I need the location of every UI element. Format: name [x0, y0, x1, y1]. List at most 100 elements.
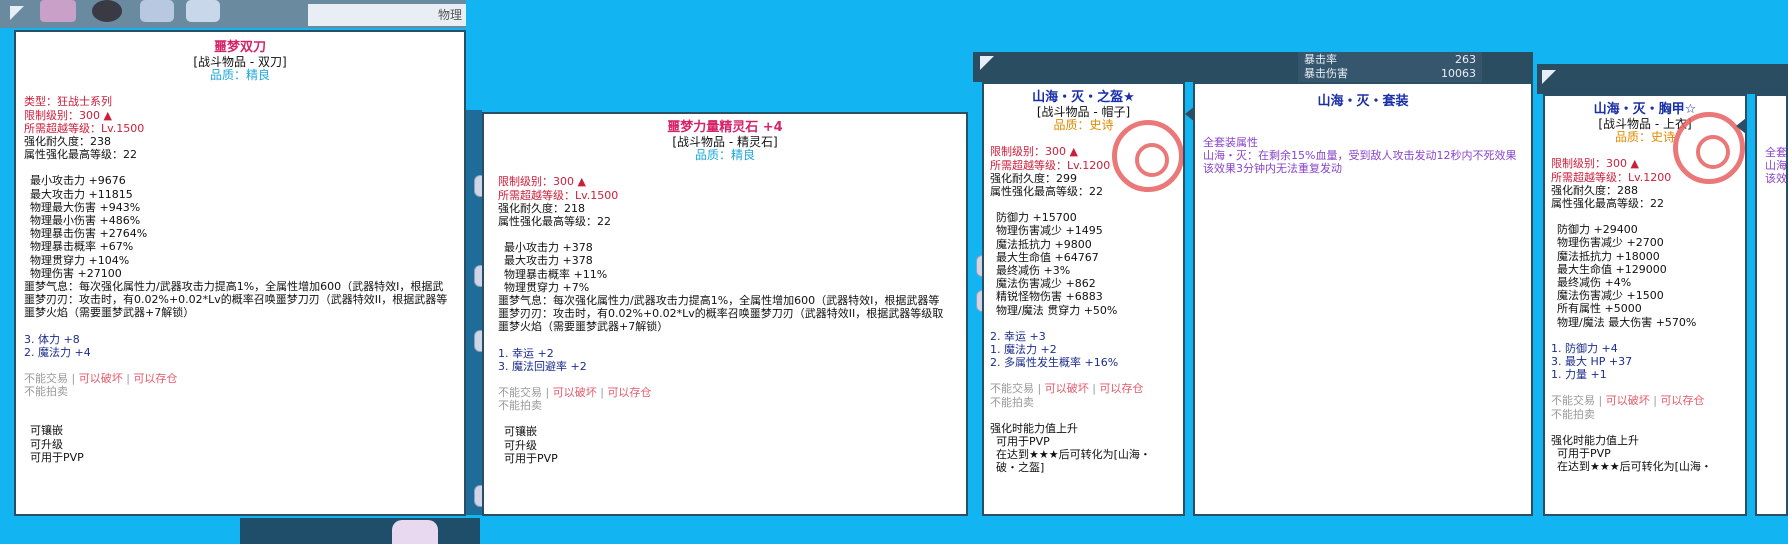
epic-seal-icon: [1112, 120, 1183, 192]
ability-line: 可升级: [504, 438, 537, 452]
req-exceed: 所需超越等级：Lv.1500: [24, 121, 145, 135]
no-auction-label: 不能拍卖: [990, 395, 1034, 409]
character-portrait: [392, 520, 438, 544]
separator: |: [600, 386, 604, 400]
req-level: 限制级别：300 ▲: [24, 108, 112, 122]
storable-label: 可以存仓: [133, 372, 178, 386]
top-strip-label: 物理: [437, 8, 462, 22]
special-effect: 噩梦气息：每次强化属性力/武器攻击力提高1%，全属性增加600（武器特效I，根据…: [24, 280, 444, 294]
set-effect: 该效果3分钟内无法重复发动: [1203, 162, 1342, 176]
game-panel-right: [1537, 64, 1788, 94]
item-tooltip-chest: 山海・灭・胸甲☆ [战斗物品 - 上衣] 品质：史诗 限制级别：300 ▲ 所需…: [1543, 94, 1747, 516]
durability: 强化耐久度：218: [498, 201, 585, 215]
req-exceed: 所需超越等级：Lv.1500: [498, 188, 619, 202]
stat-line: 魔法伤害减少 +1500: [1557, 289, 1664, 303]
top-strip: 物理: [308, 4, 466, 26]
game-icon-slot[interactable]: [140, 0, 174, 22]
stat-line: 物理贯穿力 +104%: [30, 253, 130, 267]
stat-line: 最小攻击力 +9676: [30, 174, 126, 188]
separator: |: [1092, 382, 1096, 396]
set-effect: 山海・灭：在剩余15%血量，受到敌人攻击发动12秒内不死效果: [1203, 149, 1517, 163]
set-bonus-panel-partial: 全套 山海 该效: [1755, 94, 1788, 516]
bonus-stat: 2. 多属性发生概率 +16%: [990, 356, 1119, 370]
durability: 强化耐久度：288: [1551, 183, 1638, 197]
item-name: 山海・灭・之盔★: [1032, 90, 1135, 105]
stat-line: 防御力 +15700: [996, 211, 1077, 225]
upgrade-line: 可用于PVP: [1557, 447, 1611, 461]
stat-line: 物理伤害减少 +2700: [1557, 236, 1664, 250]
upgrade-line: 破・之盔]: [996, 461, 1045, 475]
stat-line: 最终减伤 +4%: [1557, 276, 1632, 290]
mouse-cursor-icon: [980, 56, 994, 70]
stat-line: 最大攻击力 +378: [504, 254, 593, 268]
ability-line: 可用于PVP: [30, 450, 84, 464]
ability-line: 可用于PVP: [504, 451, 558, 465]
attr-max: 属性强化最高等级：22: [498, 215, 611, 229]
storable-label: 可以存仓: [1660, 394, 1705, 408]
breakable-label: 可以破坏: [78, 372, 123, 386]
special-effect: 噩梦气息：每次强化属性力/武器攻击力提高1%，全属性增加600（武器特效I，根据…: [498, 294, 940, 308]
separator: |: [1037, 382, 1042, 396]
no-auction-label: 不能拍卖: [1551, 407, 1595, 421]
breakable-label: 可以破坏: [1605, 394, 1650, 408]
special-effect: 噩梦刃刃：攻击时，有0.02%+0.02*Lv的概率召唤噩梦刀刃（武器特效II，…: [498, 307, 944, 321]
game-icon-slot[interactable]: [92, 0, 122, 22]
mouse-cursor-icon: [10, 6, 24, 20]
game-bottom-strip: [240, 518, 480, 544]
set-bonus-panel: 山海・灭・套装 全套装属性 山海・灭：在剩余15%血量，受到敌人攻击发动12秒内…: [1193, 82, 1533, 516]
special-effect: 噩梦火焰（需要噩梦武器+7解锁）: [24, 306, 195, 320]
stat-line: 物理最小伤害 +486%: [30, 214, 141, 228]
item-type: 类型：狂战士系列: [24, 95, 112, 109]
game-icon-slot[interactable]: [186, 0, 220, 22]
full-set-label: 全套装属性: [1203, 136, 1258, 149]
item-name: 噩梦双刀: [213, 40, 266, 55]
no-trade-label: 不能交易: [1551, 394, 1595, 408]
stat-line: 所有属性 +5000: [1557, 302, 1642, 316]
attr-max: 属性强化最高等级：22: [1551, 197, 1664, 211]
item-quality: 品质：精良: [209, 68, 270, 83]
game-panel-left-strip: [466, 110, 482, 515]
item-quality: 品质：精良: [694, 148, 755, 163]
epic-seal-icon: [1673, 112, 1745, 184]
stat-line: 魔法伤害减少 +862: [996, 277, 1096, 291]
stat-line: 物理伤害 +27100: [30, 266, 122, 280]
stat-line: 魔法抵抗力 +9800: [996, 237, 1092, 251]
stat-line: 物理/魔法 最大伤害 +570%: [1557, 315, 1697, 329]
no-auction-label: 不能拍卖: [498, 399, 542, 413]
attr-max: 属性强化最高等级：22: [24, 148, 137, 162]
game-icon-slot[interactable]: [40, 0, 76, 22]
durability: 强化耐久度：238: [24, 135, 111, 149]
stat-line: 物理暴击概率 +67%: [30, 240, 134, 254]
ability-line: 可镶嵌: [30, 424, 63, 438]
item-name: 噩梦力量精灵石 +4: [667, 120, 783, 135]
bonus-stat: 1. 防御力 +4: [1551, 341, 1618, 355]
bonus-stat: 1. 魔法力 +2: [990, 343, 1057, 357]
arrow-left-icon: [1736, 118, 1746, 134]
breakable-label: 可以破坏: [1044, 382, 1089, 396]
stat-label: 暴击率: [1304, 53, 1337, 66]
bonus-stat: 2. 魔法力 +4: [24, 345, 91, 359]
stat-line: 物理暴击伤害 +2764%: [30, 227, 148, 241]
breakable-label: 可以破坏: [552, 386, 597, 400]
stat-line: 最大攻击力 +11815: [30, 187, 133, 201]
stat-line: 最大生命值 +64767: [996, 250, 1099, 264]
mouse-cursor-icon: [1542, 70, 1556, 84]
upgrade-line: 在达到★★★后可转化为[山海・: [1557, 460, 1712, 474]
stat-line: 最小攻击力 +378: [504, 241, 593, 255]
ability-line: 可升级: [30, 437, 63, 451]
special-effect: 噩梦刃刃：攻击时，有0.02%+0.02*Lv的概率召唤噩梦刀刃（武器特效II，…: [24, 293, 448, 307]
bonus-stat: 3. 魔法回避率 +2: [498, 359, 587, 373]
bonus-stat: 1. 力量 +1: [1551, 368, 1607, 382]
ability-line: 可镶嵌: [504, 425, 537, 439]
stat-line: 防御力 +29400: [1557, 223, 1638, 237]
no-trade-label: 不能交易: [990, 382, 1034, 396]
item-tooltip-spirit-stone: 噩梦力量精灵石 +4 [战斗物品 - 精灵石] 品质：精良 限制级别：300 ▲…: [482, 112, 968, 516]
top-strip2: 暴击率 263 暴击伤害 10063: [1298, 52, 1482, 82]
partial-text: 山海: [1765, 159, 1787, 173]
stat-value: 263: [1455, 53, 1476, 66]
stat-line: 物理贯穿力 +7%: [504, 280, 590, 294]
upgrade-line: 在达到★★★后可转化为[山海・: [996, 448, 1151, 462]
upgrade-line: 强化时能力值上升: [1551, 433, 1639, 447]
stat-line: 物理伤害减少 +1495: [996, 224, 1103, 238]
stat-line: 精锐怪物伤害 +6883: [996, 290, 1103, 304]
